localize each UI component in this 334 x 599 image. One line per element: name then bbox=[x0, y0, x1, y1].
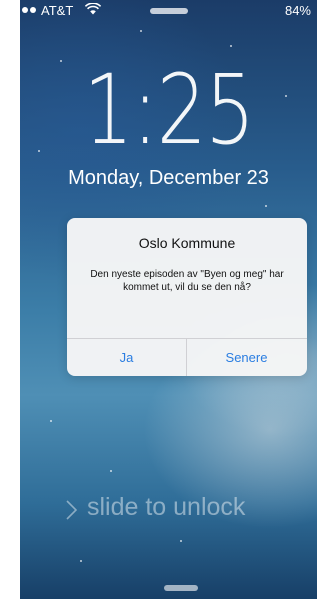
notification-alert: Oslo Kommune Den nyeste episoden av "Bye… bbox=[67, 218, 307, 376]
star-decoration bbox=[80, 560, 82, 562]
battery-percentage: 84% bbox=[284, 3, 311, 18]
lock-screen-date: Monday, December 23 bbox=[68, 167, 269, 189]
status-bar: AT&T 84% bbox=[20, 0, 317, 20]
star-decoration bbox=[265, 205, 267, 207]
lock-screen: AT&T 84% 1:25 Monday, December 23 Oslo K… bbox=[20, 0, 317, 599]
slide-to-unlock[interactable]: slide to unlock bbox=[66, 493, 245, 522]
star-decoration bbox=[230, 45, 232, 47]
star-decoration bbox=[38, 150, 40, 152]
carrier-label: AT&T bbox=[41, 3, 74, 18]
alert-later-button[interactable]: Senere bbox=[187, 339, 306, 376]
signal-strength-icon bbox=[20, 7, 36, 13]
star-decoration bbox=[140, 30, 142, 32]
wifi-icon bbox=[84, 2, 102, 18]
alert-title: Oslo Kommune bbox=[138, 235, 236, 251]
star-decoration bbox=[180, 540, 182, 542]
lock-screen-time: 1:25 bbox=[83, 54, 255, 166]
control-center-grabber[interactable] bbox=[164, 585, 198, 591]
star-decoration bbox=[110, 470, 112, 472]
slide-to-unlock-label: slide to unlock bbox=[87, 493, 246, 521]
chevron-right-icon bbox=[66, 498, 78, 520]
notification-center-grabber[interactable] bbox=[150, 8, 188, 14]
star-decoration bbox=[50, 420, 52, 422]
alert-yes-button[interactable]: Ja bbox=[67, 339, 186, 376]
alert-message: Den nyeste episoden av "Byen og meg" har… bbox=[90, 269, 284, 293]
